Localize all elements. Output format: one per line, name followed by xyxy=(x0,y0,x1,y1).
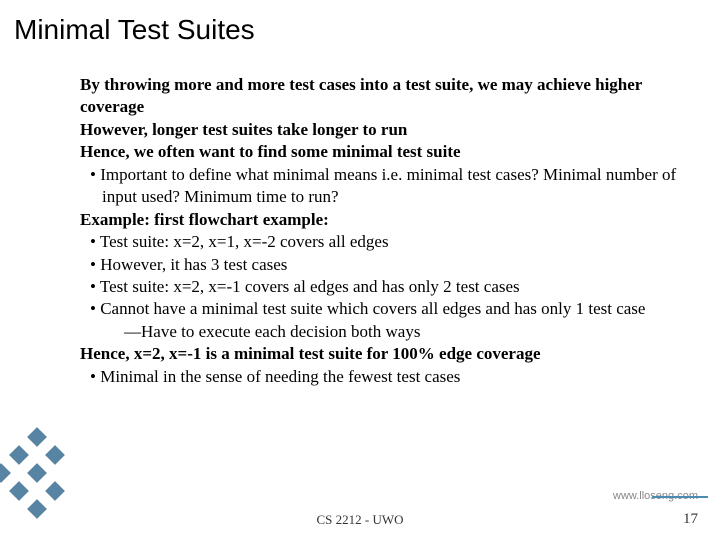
bullet-4: Test suite: x=2, x=-1 covers al edges an… xyxy=(80,276,708,298)
bullet-2: Test suite: x=2, x=1, x=-2 covers all ed… xyxy=(80,231,708,253)
para-3: Hence, we often want to find some minima… xyxy=(80,141,708,163)
para-5: Hence, x=2, x=-1 is a minimal test suite… xyxy=(80,343,708,365)
bullet-5: Cannot have a minimal test suite which c… xyxy=(80,298,708,320)
footer-page-number: 17 xyxy=(683,511,698,528)
para-1: By throwing more and more test cases int… xyxy=(80,74,708,119)
bullet-1: Important to define what minimal means i… xyxy=(80,164,708,209)
bullet-5-sub: —Have to execute each decision both ways xyxy=(80,321,708,343)
para-4: Example: first flowchart example: xyxy=(80,209,708,231)
slide-body: By throwing more and more test cases int… xyxy=(80,74,708,388)
accent-line-icon xyxy=(652,496,708,498)
bullet-6: Minimal in the sense of needing the fewe… xyxy=(80,366,708,388)
bullet-3: However, it has 3 test cases xyxy=(80,254,708,276)
para-2: However, longer test suites take longer … xyxy=(80,119,708,141)
footer-course: CS 2212 - UWO xyxy=(0,512,720,528)
slide-title: Minimal Test Suites xyxy=(0,0,720,46)
